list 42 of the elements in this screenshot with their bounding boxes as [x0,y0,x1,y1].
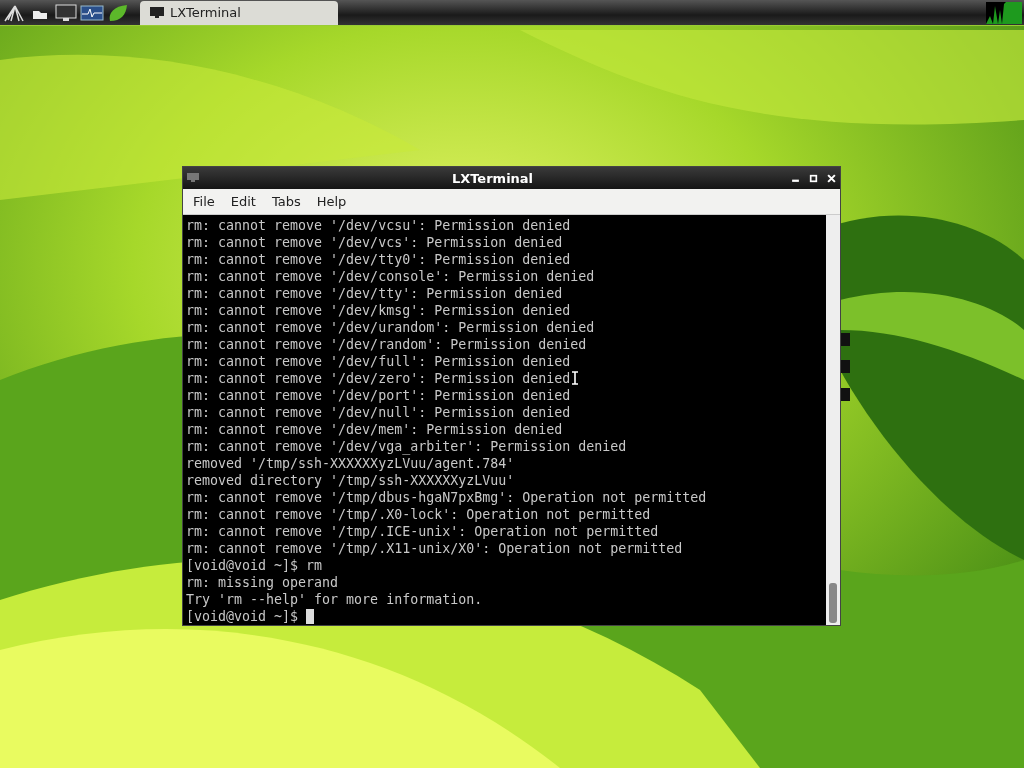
terminal-line: rm: missing operand [186,574,339,591]
terminal-line: rm: cannot remove '/dev/urandom': Permission denied [186,319,595,336]
menu-item[interactable]: File [185,194,223,209]
terminal-line: rm: cannot remove '/dev/mem': Permission denied [186,421,563,438]
maximize-icon[interactable] [809,173,818,183]
terminal-line: rm: cannot remove '/tmp/.X0-lock': Operation not permitted [186,506,651,523]
terminal-line: rm: cannot remove '/tmp/.X11-unix/X0': Operation not permitted [186,540,683,557]
window-title: LXTerminal [450,170,535,186]
terminal-line: rm: cannot remove '/dev/vcs': Permission denied [186,234,563,251]
terminal-line: rm: cannot remove '/dev/vga_arbiter': Permission denied [186,438,627,455]
terminal-line: rm: cannot remove '/tmp/.ICE-unix': Operation not permitted [186,523,659,540]
terminal-line: rm: cannot remove '/dev/port': Permission denied [186,387,571,404]
prompt: [void@void ~]$ [186,608,299,625]
text-cursor [306,609,315,624]
menu-item[interactable]: Tabs [263,194,309,209]
system-monitor-icon[interactable] [80,2,104,23]
terminal-line: rm: cannot remove '/dev/full': Permission denied [186,353,571,370]
menu-item[interactable]: Edit [222,194,264,209]
monitor-icon[interactable] [54,2,78,23]
terminal-line: Try 'rm --help' for more information. [186,591,483,608]
cpu-graph-icon [986,1,1022,24]
terminal-line: rm: cannot remove '/dev/null': Permission denied [186,404,571,421]
scrollbar[interactable] [826,215,840,625]
scrollbar-thumb[interactable] [829,583,837,623]
desktop-icons-drawing [840,333,850,401]
terminal-line: removed directory '/tmp/ssh-XXXXXXyzLVuu' [186,472,515,489]
terminal-line: rm: cannot remove '/tmp/dbus-hgaN7pxBmg': Operation not permitted [186,489,707,506]
menu-item[interactable]: Help [308,194,355,209]
terminal-line: rm: cannot remove '/dev/console': Permission denied [186,268,595,285]
terminal-line: rm: cannot remove '/dev/kmsg': Permission denied [186,302,571,319]
terminal-line: rm: cannot remove '/dev/zero': Permission denied [186,370,571,387]
terminal-line: removed '/tmp/ssh-XXXXXXyzLVuu/agent.784' [186,455,515,472]
terminal-icon [187,173,199,183]
terminal-line: [void@void ~]$ rm [186,557,323,574]
terminal-line: rm: cannot remove '/dev/tty0': Permission denied [186,251,571,268]
ibeam-cursor-icon [571,371,579,385]
terminal-line: rm: cannot remove '/dev/vcsu': Permission denied [186,217,571,234]
terminal-line: rm: cannot remove '/dev/tty': Permission denied [186,285,563,302]
terminal-line: rm: cannot remove '/dev/random': Permission denied [186,336,587,353]
task-button[interactable]: LXTerminal [140,0,338,25]
close-icon[interactable] [827,173,836,183]
terminal-icon [150,6,164,19]
